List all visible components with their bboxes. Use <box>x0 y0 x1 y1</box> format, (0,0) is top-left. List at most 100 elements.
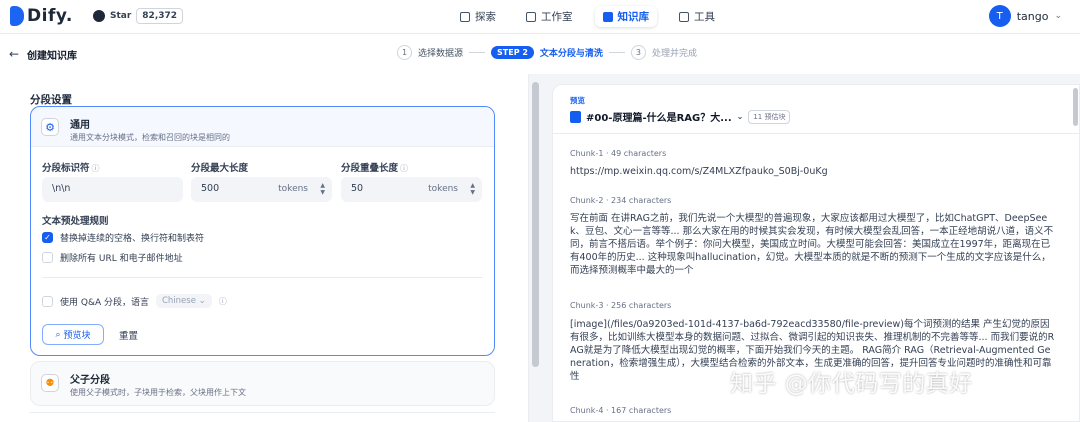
dify-logo-mark <box>10 6 24 26</box>
nav-explore[interactable]: 探索 <box>452 6 504 27</box>
github-icon <box>93 10 105 22</box>
separator-label: 分段标识符 ⓘ <box>42 163 100 174</box>
segment-settings-title: 分段设置 <box>30 94 72 106</box>
max-length-value: 500 <box>201 183 220 194</box>
github-star-count: 82,372 <box>136 8 184 24</box>
document-title: #00-原理篇-什么是RAG？大... <box>586 113 732 124</box>
nav-studio-label: 工作室 <box>541 11 573 23</box>
step-divider <box>608 52 625 53</box>
help-icon[interactable]: ⓘ <box>400 164 408 173</box>
preprocess-title: 文本预处理规则 <box>42 216 109 227</box>
step-divider <box>469 52 486 53</box>
chunk-chars: 167 characters <box>611 406 672 415</box>
chunk-meta: Chunk-2 · 234 characters <box>570 196 672 205</box>
chunk-meta: Chunk-3 · 256 characters <box>570 301 672 310</box>
parent-child-title: 父子分段 <box>70 375 110 386</box>
gear-icon: ⚙ <box>41 118 59 136</box>
stepper-icon[interactable]: ▲ ▼ <box>320 182 325 196</box>
top-nav-bar: Dify. Star 82,372 探索 工作室 知识库 工具 T tango … <box>0 0 1080 34</box>
hammer-icon <box>679 11 689 22</box>
chunk-text: https://mp.weixin.qq.com/s/Z4MLXZfpauko_… <box>570 166 828 177</box>
step-indicator: 1 选择数据源 STEP 2 文本分段与清洗 3 处理并完成 <box>397 45 697 60</box>
overlap-label: 分段重叠长度 ⓘ <box>341 163 409 174</box>
general-mode-card[interactable]: ⚙ 通用 通用文本分块模式，检索和召回的块是相同的 分段标识符 ⓘ \n\n 分段… <box>30 106 495 356</box>
document-icon <box>570 110 581 123</box>
rule-remove-urls-label: 删除所有 URL 和电子邮件地址 <box>60 254 183 264</box>
github-star-label: Star <box>110 11 132 21</box>
qa-segment-option: 使用 Q&A 分段，语言 Chinese ⌄ ⓘ <box>42 294 227 308</box>
qa-checkbox[interactable] <box>42 295 53 307</box>
general-mode-desc: 通用文本分块模式，检索和召回的块是相同的 <box>70 133 230 142</box>
chunk-meta: Chunk-1 · 49 characters <box>570 149 667 158</box>
github-star-widget[interactable]: Star 82,372 <box>93 8 184 24</box>
parent-child-desc: 使用父子模式时，子块用于检索，父块用作上下文 <box>70 388 246 397</box>
nav-explore-label: 探索 <box>475 11 496 23</box>
step-3-label: 处理并完成 <box>651 49 697 59</box>
preview-chunks-label: 预览块 <box>63 331 91 341</box>
chunk-name: Chunk-3 <box>570 301 604 310</box>
preview-chunks-button[interactable]: ⌕ 预览块 <box>42 324 104 345</box>
chunk-chars: 234 characters <box>611 196 672 205</box>
right-scrollbar[interactable] <box>1072 84 1080 422</box>
overlap-unit: tokens <box>428 184 458 194</box>
back-arrow-icon[interactable]: ← <box>9 47 19 61</box>
user-menu[interactable]: T tango ⌄ <box>988 5 1062 27</box>
checkbox-checked[interactable]: ✓ <box>42 232 53 243</box>
app-logo[interactable]: Dify. <box>10 6 73 26</box>
step-header: ← 创建知识库 1 选择数据源 STEP 2 文本分段与清洗 3 处理并完成 <box>0 34 1080 74</box>
help-icon[interactable]: ⓘ <box>92 164 100 173</box>
left-scrollbar[interactable] <box>528 74 541 422</box>
chunk-name: Chunk-4 <box>570 406 604 415</box>
user-name: tango <box>1016 9 1049 23</box>
parent-child-mode-card[interactable]: ⚉ 父子分段 使用父子模式时，子块用于检索，父块用作上下文 <box>30 361 495 406</box>
stepper-icon[interactable]: ▲ ▼ <box>470 182 475 196</box>
step-2-label: 文本分段与清洗 <box>539 49 603 59</box>
divider <box>553 133 1080 134</box>
max-length-label: 分段最大长度 <box>191 163 249 174</box>
divider <box>42 277 483 278</box>
checkbox-unchecked[interactable] <box>42 252 53 263</box>
max-length-unit: tokens <box>278 184 308 194</box>
chevron-down-icon: ⌄ <box>1054 11 1062 21</box>
chunk-text: 写在前面 在讲RAG之前，我们先说一个大模型的普遍现象，大家应该都用过大模型了，… <box>570 213 1054 276</box>
nav-knowledge[interactable]: 知识库 <box>594 6 657 27</box>
nav-studio[interactable]: 工作室 <box>518 6 581 27</box>
avatar: T <box>988 5 1011 27</box>
chunk-name: Chunk-2 <box>570 196 604 205</box>
qa-language-select[interactable]: Chinese ⌄ <box>155 294 212 308</box>
general-mode-title: 通用 <box>70 120 90 131</box>
robot-icon <box>526 11 536 22</box>
general-mode-header: ⚙ 通用 通用文本分块模式，检索和召回的块是相同的 <box>31 107 494 147</box>
rule-remove-urls[interactable]: 删除所有 URL 和电子邮件地址 <box>42 251 183 264</box>
separator-input[interactable]: \n\n <box>42 177 183 202</box>
app-name: Dify <box>27 6 66 26</box>
segment-settings-pane: 分段设置 ⚙ 通用 通用文本分块模式，检索和召回的块是相同的 分段标识符 ⓘ \n… <box>0 74 528 422</box>
chunk-meta: Chunk-4 · 167 characters <box>570 406 672 415</box>
chevron-down-icon: ⌄ <box>736 112 744 121</box>
app-name-suffix: . <box>65 6 73 26</box>
rule-replace-whitespace[interactable]: ✓ 替换掉连续的空格、换行符和制表符 <box>42 231 204 244</box>
chunk-chars: 49 characters <box>611 149 667 158</box>
max-length-input[interactable]: 500 tokens ▲ ▼ <box>191 177 332 202</box>
main-nav: 探索 工作室 知识库 工具 <box>452 6 723 27</box>
step-2-badge: STEP 2 <box>491 46 534 59</box>
estimated-chunks-badge: 11 预估块 <box>748 109 791 124</box>
scrollbar-thumb[interactable] <box>532 82 539 367</box>
overlap-input[interactable]: 50 tokens ▲ ▼ <box>341 177 482 202</box>
book-icon <box>602 11 613 22</box>
next-card-edge <box>30 412 495 422</box>
page-title: 创建知识库 <box>27 51 77 62</box>
nav-tools-label: 工具 <box>694 11 715 23</box>
nav-tools[interactable]: 工具 <box>671 6 723 27</box>
reset-button[interactable]: 重置 <box>119 328 138 342</box>
step-1-label: 选择数据源 <box>418 49 464 59</box>
compass-icon <box>460 11 470 22</box>
step-1-number: 1 <box>397 45 412 60</box>
chunk-name: Chunk-1 <box>570 149 604 158</box>
document-selector[interactable]: #00-原理篇-什么是RAG？大... ⌄ 11 预估块 <box>570 109 791 124</box>
rule-replace-whitespace-label: 替换掉连续的空格、换行符和制表符 <box>60 234 205 244</box>
search-icon: ⌕ <box>55 329 61 340</box>
help-icon[interactable]: ⓘ <box>219 296 227 307</box>
scrollbar-thumb[interactable] <box>1073 88 1078 126</box>
separator-value: \n\n <box>52 183 71 194</box>
